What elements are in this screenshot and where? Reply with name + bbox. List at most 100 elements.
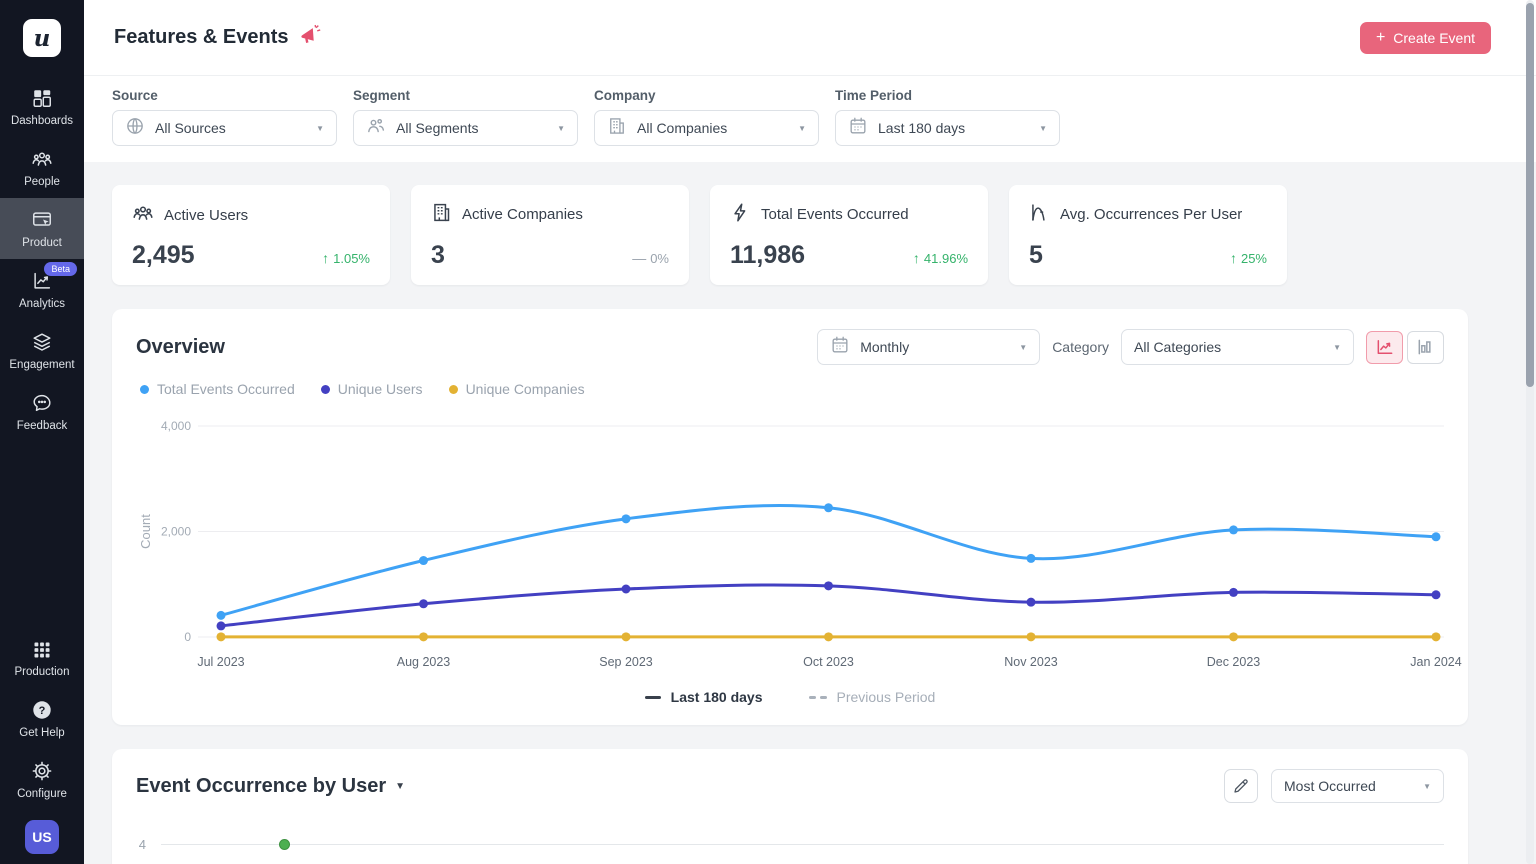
occurrence-row-label: 4 — [136, 837, 146, 852]
stat-delta: —0% — [632, 250, 669, 270]
stat-card-total-events: Total Events Occurred 11,986 ↑41.96% — [710, 185, 988, 285]
category-dropdown[interactable]: All Categories ▼ — [1121, 329, 1354, 365]
app-logo[interactable]: u — [0, 0, 84, 76]
occurrence-row-line — [161, 844, 1444, 845]
stat-label: Active Users — [164, 207, 248, 224]
sort-dropdown[interactable]: Most Occurred ▼ — [1271, 769, 1444, 803]
legend-item-unique-users[interactable]: Unique Users — [321, 381, 423, 397]
filter-segment: Segment All Segments ▼ — [353, 88, 578, 146]
edit-button[interactable] — [1224, 769, 1258, 803]
user-avatar[interactable]: US — [25, 820, 59, 854]
sidebar-item-engagement[interactable]: Engagement — [0, 320, 84, 381]
engagement-icon — [31, 331, 53, 353]
time-period-dropdown[interactable]: Last 180 days ▼ — [835, 110, 1060, 146]
filter-time-period: Time Period Last 180 days ▼ — [835, 88, 1060, 146]
sidebar-item-configure[interactable]: Configure — [0, 749, 84, 810]
sidebar-item-label: Product — [22, 237, 62, 249]
svg-text:Jul 2023: Jul 2023 — [197, 655, 244, 669]
building-icon — [607, 116, 627, 141]
sidebar-item-label: Feedback — [17, 420, 68, 432]
content-area: Active Users 2,495 ↑1.05% Active Compani… — [84, 162, 1536, 864]
building-icon — [431, 202, 452, 227]
create-event-button[interactable]: + Create Event — [1360, 22, 1491, 54]
vertical-scrollbar — [1526, 0, 1534, 864]
filter-label: Source — [112, 88, 337, 103]
userpilot-logo-icon: u — [23, 19, 61, 57]
company-dropdown[interactable]: All Companies ▼ — [594, 110, 819, 146]
legend-current-period[interactable]: Last 180 days — [645, 689, 763, 705]
filter-bar: Source All Sources ▼ Segment All Segment… — [84, 76, 1536, 162]
legend-item-total-events[interactable]: Total Events Occurred — [140, 381, 295, 397]
filter-label: Time Period — [835, 88, 1060, 103]
series-legend: Total Events Occurred Unique Users Uniqu… — [140, 381, 1444, 397]
bar-chart-toggle[interactable] — [1407, 331, 1444, 364]
sidebar-item-production[interactable]: Production — [0, 629, 84, 688]
occurrence-row: 4 — [136, 837, 1444, 852]
arrow-up-icon: ↑ — [1230, 250, 1237, 266]
svg-text:Nov 2023: Nov 2023 — [1004, 655, 1058, 669]
legend-previous-period[interactable]: Previous Period — [809, 689, 936, 705]
sidebar-item-label: Engagement — [9, 359, 74, 371]
dashed-line-icon — [809, 696, 827, 699]
help-icon: ? — [31, 699, 53, 721]
stat-label: Total Events Occurred — [761, 206, 909, 223]
lightning-icon — [730, 202, 751, 227]
occurrence-data-point — [279, 839, 290, 850]
stat-value: 2,495 — [132, 241, 195, 270]
plus-icon: + — [1376, 29, 1385, 47]
stat-value: 3 — [431, 241, 445, 270]
overview-panel: Overview Monthly ▼ Category All Categori… — [112, 309, 1468, 725]
legend-dot-indigo — [321, 385, 330, 394]
sidebar-item-feedback[interactable]: Feedback — [0, 381, 84, 442]
scrollbar-thumb[interactable] — [1526, 3, 1534, 387]
legend-dot-yellow — [449, 385, 458, 394]
source-dropdown[interactable]: All Sources ▼ — [112, 110, 337, 146]
segment-dropdown[interactable]: All Segments ▼ — [353, 110, 578, 146]
distribution-icon — [1029, 202, 1050, 227]
chevron-down-icon: ▼ — [1039, 124, 1047, 133]
granularity-dropdown[interactable]: Monthly ▼ — [817, 329, 1040, 365]
chevron-down-icon: ▼ — [557, 124, 565, 133]
chart-type-toggle — [1366, 331, 1444, 364]
sidebar: u Dashboards People Product Beta Analyti… — [0, 0, 84, 864]
svg-text:Dec 2023: Dec 2023 — [1207, 655, 1261, 669]
sidebar-item-label: Get Help — [19, 727, 64, 739]
sidebar-item-dashboards[interactable]: Dashboards — [0, 76, 84, 137]
legend-item-unique-companies[interactable]: Unique Companies — [449, 381, 585, 397]
filter-label: Segment — [353, 88, 578, 103]
sidebar-item-analytics[interactable]: Beta Analytics — [0, 259, 84, 320]
page-header: Features & Events + Create Event — [84, 0, 1536, 76]
legend-dot-blue — [140, 385, 149, 394]
stat-value: 11,986 — [730, 241, 805, 270]
period-legend: Last 180 days Previous Period — [136, 689, 1444, 705]
svg-text:2,000: 2,000 — [161, 525, 191, 539]
people-icon — [31, 148, 53, 170]
svg-text:Jan 2024: Jan 2024 — [1410, 655, 1461, 669]
sidebar-item-label: Configure — [17, 788, 67, 800]
stats-row: Active Users 2,495 ↑1.05% Active Compani… — [112, 185, 1536, 285]
globe-icon — [125, 116, 145, 141]
stat-value: 5 — [1029, 241, 1043, 270]
chevron-down-icon: ▼ — [1333, 343, 1341, 352]
event-occurrence-title-dropdown[interactable]: Event Occurrence by User ▼ — [136, 775, 1224, 798]
sidebar-item-product[interactable]: Product — [0, 198, 84, 259]
beta-badge: Beta — [44, 262, 77, 276]
svg-text:Aug 2023: Aug 2023 — [397, 655, 451, 669]
chevron-down-icon: ▼ — [1423, 782, 1431, 791]
page-title: Features & Events — [114, 26, 289, 49]
chevron-down-icon: ▼ — [395, 781, 405, 792]
stat-label: Active Companies — [462, 206, 583, 223]
stat-delta: ↑1.05% — [322, 250, 370, 270]
gear-icon — [31, 760, 53, 782]
production-grid-icon — [32, 640, 52, 660]
sidebar-item-label: Dashboards — [11, 115, 73, 127]
chevron-down-icon: ▼ — [1019, 343, 1027, 352]
stat-label: Avg. Occurrences Per User — [1060, 206, 1242, 223]
stat-card-avg-occurrences: Avg. Occurrences Per User 5 ↑25% — [1009, 185, 1287, 285]
filter-label: Company — [594, 88, 819, 103]
stat-delta: ↑41.96% — [913, 250, 968, 270]
sidebar-item-get-help[interactable]: ? Get Help — [0, 688, 84, 749]
dash-icon: — — [632, 250, 646, 266]
line-chart-toggle[interactable] — [1366, 331, 1403, 364]
sidebar-item-people[interactable]: People — [0, 137, 84, 198]
